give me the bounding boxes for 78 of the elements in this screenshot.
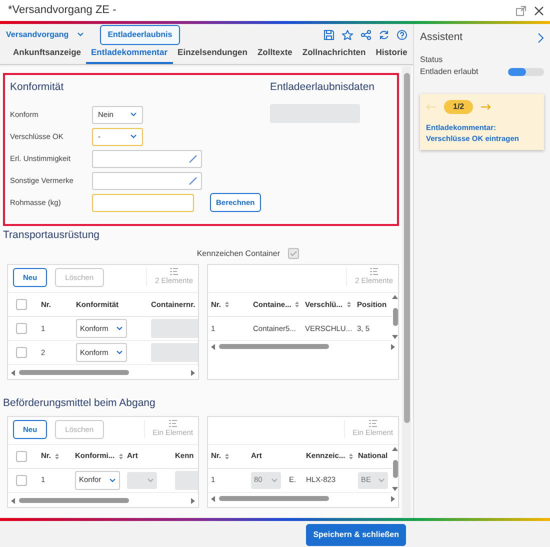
text-field[interactable]	[92, 172, 202, 190]
caret-icon	[130, 134, 137, 140]
scroll-left-icon[interactable]	[11, 370, 15, 376]
caret-icon	[271, 478, 278, 482]
sort-icon[interactable]	[225, 300, 230, 308]
chevron-right-icon[interactable]	[538, 32, 544, 43]
section-title: Beförderungsmittel beim Abgang	[3, 396, 156, 411]
sort-icon[interactable]	[225, 452, 230, 460]
tab[interactable]: Einzelsendungen	[172, 42, 252, 64]
scroll-left-icon[interactable]	[11, 498, 15, 504]
scroll-left-icon[interactable]	[211, 344, 215, 350]
scroll-down-icon[interactable]	[392, 486, 398, 490]
scroll-down-icon[interactable]	[392, 334, 398, 339]
select-all-checkbox[interactable]	[16, 298, 27, 310]
sort-icon[interactable]	[295, 300, 300, 308]
scroll-left-icon[interactable]	[211, 496, 215, 502]
caret-icon	[116, 350, 124, 355]
sort-icon[interactable]	[349, 452, 354, 460]
save-close-button[interactable]: Speichern & schließen	[306, 524, 406, 546]
tab[interactable]: Historie	[370, 42, 412, 64]
caret-icon	[130, 112, 137, 118]
arrow-right-icon[interactable]	[481, 104, 492, 110]
scroll-right-icon[interactable]	[391, 344, 395, 350]
scrollbar-thumb[interactable]	[19, 498, 129, 503]
scroll-right-icon[interactable]	[191, 498, 195, 504]
text-field[interactable]	[92, 150, 202, 168]
save-icon[interactable]	[324, 30, 334, 40]
caret-icon	[116, 326, 124, 331]
entladeerlaubnis-button[interactable]: Entladeerlaubnis	[100, 24, 180, 44]
check-icon	[290, 251, 297, 256]
number-field[interactable]	[92, 194, 194, 212]
status-value: Entladen erlaubt	[420, 66, 478, 78]
row-checkbox[interactable]	[16, 474, 27, 486]
sort-icon[interactable]	[55, 452, 60, 460]
section-title: Konformität	[10, 80, 65, 95]
sort-icon[interactable]	[118, 452, 123, 460]
section-title: Entladeerlaubnisdaten	[270, 80, 376, 95]
tab[interactable]: Entladekommentar	[86, 42, 173, 64]
help-icon[interactable]	[397, 30, 407, 40]
scrollbar-thumb[interactable]	[392, 460, 398, 478]
caret-icon	[147, 478, 154, 482]
scroll-right-icon[interactable]	[391, 496, 395, 502]
panel-title: Assistent	[420, 30, 463, 45]
scroll-up-icon[interactable]	[392, 294, 398, 299]
list-icon	[368, 420, 377, 426]
scrollbar-thumb[interactable]	[404, 73, 410, 423]
window-title: *Versandvorgang ZE -	[8, 3, 116, 18]
pencil-icon	[189, 154, 197, 163]
scrollbar-thumb[interactable]	[392, 308, 398, 326]
scroll-right-icon[interactable]	[191, 370, 195, 376]
tab[interactable]: Zollnachrichten	[297, 42, 371, 64]
status-label: Status	[420, 54, 444, 66]
scrollbar-thumb[interactable]	[219, 496, 329, 501]
row-checkbox[interactable]	[16, 346, 27, 358]
sort-icon[interactable]	[346, 300, 351, 308]
page-indicator: 1/2	[444, 100, 474, 114]
section-title: Transportausrüstung	[3, 228, 100, 243]
list-icon	[370, 268, 378, 275]
menu-dropdown[interactable]: Versandvorgang	[6, 28, 84, 40]
refresh-icon[interactable]	[379, 30, 389, 40]
scrollbar-thumb[interactable]	[19, 370, 129, 376]
tab[interactable]: Zolltexte	[252, 42, 298, 64]
list-icon	[168, 420, 177, 426]
select-all-checkbox[interactable]	[16, 450, 27, 462]
caret-icon	[378, 478, 385, 482]
row-checkbox[interactable]	[16, 322, 27, 334]
checkbox-label: Kennzeichen Container	[196, 248, 280, 260]
star-icon[interactable]	[342, 30, 353, 40]
tab[interactable]: Ankunftsanzeige	[8, 42, 86, 64]
popout-icon[interactable]	[516, 6, 526, 16]
pencil-icon	[189, 176, 197, 185]
close-icon[interactable]	[534, 6, 544, 16]
scroll-up-icon[interactable]	[392, 446, 398, 450]
caret-icon	[76, 32, 84, 37]
share-icon[interactable]	[361, 30, 371, 40]
scrollbar-thumb[interactable]	[219, 344, 329, 350]
list-icon	[170, 268, 178, 275]
caret-icon	[109, 478, 116, 482]
